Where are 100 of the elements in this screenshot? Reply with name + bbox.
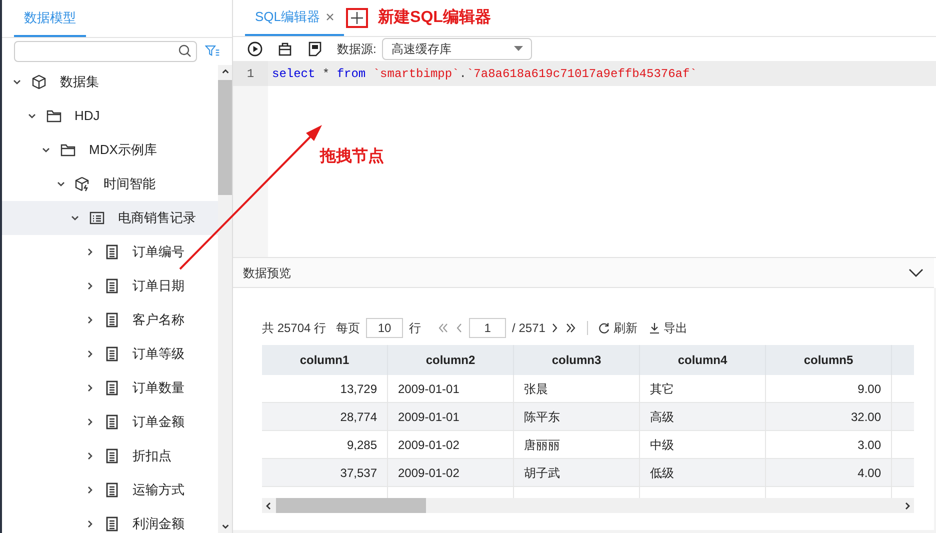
tree-item[interactable]: 利润金额 [2, 507, 218, 533]
tree-item-label: HDJ [74, 107, 100, 126]
tree-item-label: 折扣点 [132, 447, 172, 466]
tree-item-label: 订单等级 [132, 345, 184, 364]
document-icon [104, 380, 120, 396]
refresh-icon [598, 322, 610, 334]
first-page-icon[interactable] [437, 322, 450, 334]
page-size-field[interactable]: 10 [366, 318, 404, 338]
table-cell: 2009-01-01 [388, 403, 514, 430]
scroll-up-icon[interactable] [220, 67, 230, 76]
chevron-down-icon[interactable] [908, 268, 924, 278]
filter-icon[interactable] [205, 43, 220, 59]
scrollbar[interactable] [218, 65, 232, 533]
chevron-down-icon[interactable] [41, 145, 51, 155]
tree-item[interactable]: MDX示例库 [2, 133, 218, 167]
table-cell: 陈平东 [514, 403, 640, 430]
annotation-text: 拖拽节点 [320, 146, 384, 167]
annotation-text: 新建SQL编辑器 [378, 7, 491, 28]
caret-icon [514, 46, 524, 52]
run-icon[interactable] [247, 41, 263, 57]
search-icon[interactable] [178, 44, 192, 58]
scrollbar-thumb[interactable] [276, 498, 426, 513]
table-cell: 2009-01-02 [388, 459, 514, 486]
preview-title: 数据预览 [243, 264, 291, 282]
folder-icon [46, 108, 62, 124]
chevron-down-icon[interactable] [56, 179, 66, 189]
download-icon [649, 322, 660, 334]
document-icon [104, 278, 120, 294]
table-cell: 28,774 [262, 403, 388, 430]
chevron-down-icon[interactable] [12, 77, 22, 87]
table-cell: 2009-01-02 [388, 431, 514, 458]
table-cell: 2009-01-01 [388, 375, 514, 402]
tree-item-label: 订单数量 [132, 379, 184, 398]
table-icon [89, 210, 105, 226]
tree-item[interactable]: 订单日期 [2, 269, 218, 303]
tree-item[interactable]: 电商销售记录 [2, 201, 218, 235]
document-icon [104, 482, 120, 498]
cube-icon [31, 74, 47, 90]
tree-item[interactable]: 折扣点 [2, 439, 218, 473]
table-cell: 13,729 [262, 375, 388, 402]
table-cell: 9,285 [262, 431, 388, 458]
tree-item[interactable]: 订单等级 [2, 337, 218, 371]
per-page-label: 每页 [336, 320, 360, 337]
tree-item[interactable]: 运输方式 [2, 473, 218, 507]
sql-file-icon[interactable] [307, 41, 323, 57]
tree-item[interactable]: 订单金额 [2, 405, 218, 439]
page-count-text: / 2571 [512, 320, 546, 337]
scrollbar-thumb[interactable] [218, 80, 232, 195]
tree-item-label: 时间智能 [104, 175, 156, 194]
tree-item[interactable]: 订单数量 [2, 371, 218, 405]
next-page-icon[interactable] [551, 322, 560, 334]
new-tab-button[interactable] [346, 8, 368, 28]
datasource-value: 高速缓存库 [391, 41, 452, 58]
folder-icon [60, 142, 76, 158]
document-icon [104, 312, 120, 328]
close-icon[interactable] [326, 12, 334, 20]
tree-item[interactable]: 数据集 [2, 65, 218, 99]
plus-icon [350, 10, 364, 24]
tree-item[interactable]: HDJ [2, 99, 218, 133]
tree-item-label: 运输方式 [132, 481, 184, 500]
tree-item-label: 订单日期 [132, 277, 184, 296]
line-number: 1 [233, 61, 268, 86]
table-cell: 低级 [640, 459, 766, 486]
rows-unit-label: 行 [409, 320, 422, 337]
document-icon [104, 244, 120, 260]
scroll-down-icon[interactable] [220, 522, 230, 531]
last-page-icon[interactable] [565, 322, 578, 334]
chevron-down-icon[interactable] [70, 213, 80, 223]
tree-item-label: 利润金额 [132, 515, 184, 533]
table-cell: 3.00 [766, 431, 892, 458]
previous-page-icon[interactable] [455, 322, 464, 334]
refresh-button[interactable]: 刷新 [598, 319, 638, 337]
tree-item[interactable]: 订单编号 [2, 235, 218, 269]
datasource-label: 数据源: [337, 41, 376, 58]
document-icon [104, 346, 120, 362]
document-icon [104, 516, 120, 532]
preview-header[interactable]: 数据预览 [233, 258, 934, 288]
total-rows-text: 共 25704 行 [262, 320, 326, 337]
chevron-down-icon[interactable] [26, 111, 36, 121]
tree-item[interactable]: 时间智能 [2, 167, 218, 201]
tree-item-label: 数据集 [60, 73, 99, 92]
tree-item[interactable]: 客户名称 [2, 303, 218, 337]
document-icon [104, 414, 120, 430]
export-button[interactable]: 导出 [649, 319, 688, 337]
clipboard-icon[interactable] [277, 41, 293, 57]
table-cell: 张晨 [514, 375, 640, 402]
table-cell: 32.00 [766, 403, 892, 430]
tree-item-label: 客户名称 [132, 311, 184, 330]
tab-label: SQL编辑器 [255, 8, 320, 26]
page-number-field[interactable]: 1 [469, 318, 506, 338]
document-icon [104, 448, 120, 464]
table-cell: 9.00 [766, 375, 892, 402]
table-cell: 其它 [640, 375, 766, 402]
tree-item-label: 订单编号 [132, 243, 184, 262]
datasource-dropdown[interactable]: 高速缓存库 [382, 38, 532, 60]
search-field[interactable] [14, 40, 197, 62]
tree-item-label: 电商销售记录 [118, 209, 196, 228]
table-cell: 4.00 [766, 459, 892, 486]
table-cell: 唐丽丽 [514, 431, 640, 458]
cube-icon [74, 176, 90, 192]
